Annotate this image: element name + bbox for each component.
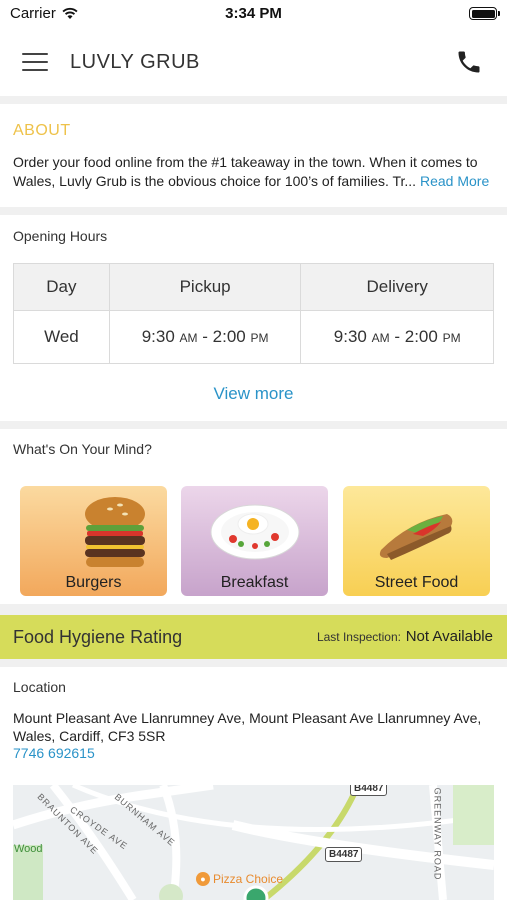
delivery-hours: 9:30 AM - 2:00 PM: [300, 310, 494, 364]
about-text: Order your food online from the #1 takea…: [13, 153, 499, 191]
section-divider: [0, 421, 507, 429]
restaurant-pin-icon: ●: [196, 872, 210, 886]
phone-icon[interactable]: [455, 48, 483, 76]
burger-icon: [85, 497, 145, 567]
opening-hours-label: Opening Hours: [13, 228, 108, 244]
road-shield: B4487: [325, 847, 363, 862]
phone-number-link[interactable]: 7746 692615: [13, 745, 95, 761]
road-shield: B4487: [350, 785, 388, 796]
category-label: Street Food: [374, 574, 459, 591]
map-label-greenway: GREENWAY ROAD: [432, 787, 443, 881]
header-pickup: Pickup: [108, 263, 302, 311]
section-divider: [0, 659, 507, 667]
location-label: Location: [13, 679, 66, 695]
section-divider: [0, 604, 507, 615]
category-card-burgers[interactable]: Burgers: [20, 486, 167, 596]
battery-icon: [469, 7, 500, 20]
map-poi-pizza-choice[interactable]: ● Pizza Choice: [196, 872, 283, 886]
table-header-row: Day Pickup Delivery: [13, 263, 494, 311]
location-address: Mount Pleasant Ave Llanrumney Ave, Mount…: [13, 710, 482, 744]
section-divider: [0, 96, 507, 104]
hamburger-menu-icon[interactable]: [22, 53, 48, 73]
row-day: Wed: [13, 310, 110, 364]
food-hygiene-bar: Food Hygiene Rating Last Inspection: Not…: [0, 615, 507, 659]
status-time: 3:34 PM: [225, 5, 282, 22]
view-more-link[interactable]: View more: [0, 384, 507, 404]
category-card-breakfast[interactable]: Breakfast: [181, 486, 328, 596]
map-label-wood: Wood: [14, 843, 43, 855]
category-card-street-food[interactable]: Street Food: [343, 486, 490, 596]
header-delivery: Delivery: [300, 263, 494, 311]
pickup-hours: 9:30 AM - 2:00 PM: [108, 310, 302, 364]
last-inspection-value: Not Available: [405, 628, 493, 645]
top-navbar: LUVLY GRUB: [0, 28, 507, 96]
poi-label: Pizza Choice: [213, 872, 284, 886]
category-label: Burgers: [65, 574, 122, 591]
opening-hours-table: Day Pickup Delivery Wed 9:30 AM - 2:00 P…: [13, 263, 494, 364]
header-day: Day: [13, 263, 110, 311]
last-inspection-label: Last Inspection:: [316, 630, 401, 644]
about-description: Order your food online from the #1 takea…: [13, 154, 478, 189]
table-row: Wed 9:30 AM - 2:00 PM 9:30 AM - 2:00 PM: [13, 310, 494, 364]
location-map[interactable]: BRAUNTON AVE CROYDE AVE BURNHAM AVE GREE…: [13, 785, 494, 900]
breakfast-plate-icon: [210, 504, 300, 560]
section-divider: [0, 207, 507, 215]
page-title: LUVLY GRUB: [70, 51, 200, 73]
category-label: Breakfast: [220, 574, 289, 591]
categories-label: What's On Your Mind?: [13, 441, 152, 457]
wrap-icon: [379, 514, 453, 560]
read-more-link[interactable]: Read More: [420, 173, 489, 189]
status-bar: Carrier 3:34 PM: [0, 0, 507, 28]
about-title: ABOUT: [13, 122, 71, 139]
hygiene-title: Food Hygiene Rating: [13, 627, 183, 647]
